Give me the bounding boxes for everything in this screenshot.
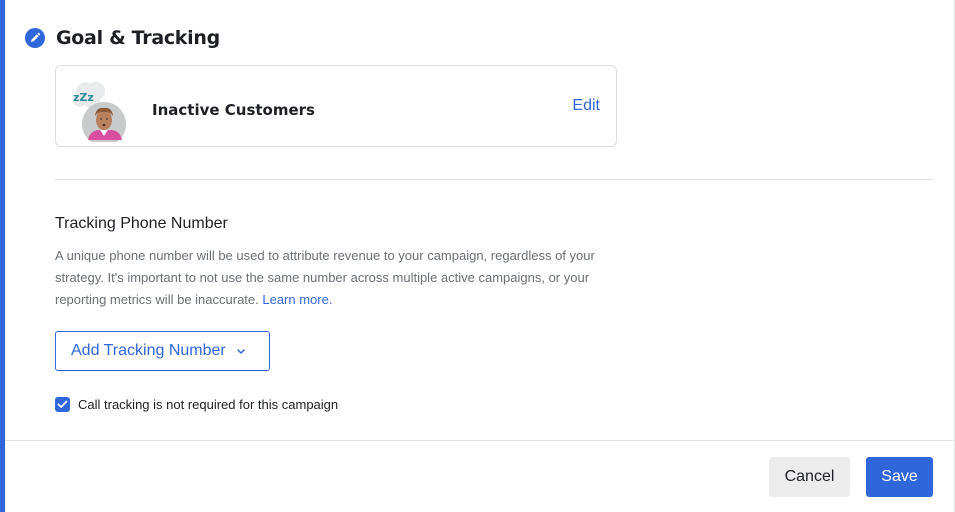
tracking-title: Tracking Phone Number: [55, 215, 228, 232]
learn-more-link[interactable]: Learn more.: [262, 292, 332, 307]
call-tracking-checkbox[interactable]: [55, 397, 70, 412]
section-divider: [55, 179, 933, 180]
add-tracking-number-button[interactable]: Add Tracking Number: [55, 331, 270, 371]
cancel-button[interactable]: Cancel: [769, 457, 850, 497]
save-button[interactable]: Save: [866, 457, 933, 497]
zzz-text: zZz: [73, 91, 94, 104]
call-tracking-checkbox-row: Call tracking is not required for this c…: [55, 397, 338, 412]
section-title: Goal & Tracking: [56, 27, 220, 49]
add-tracking-number-label: Add Tracking Number: [71, 342, 226, 359]
chevron-down-icon: [236, 348, 246, 355]
call-tracking-checkbox-label: Call tracking is not required for this c…: [78, 397, 339, 412]
footer-divider: [5, 440, 954, 441]
checkmark-icon: [57, 400, 68, 408]
goal-name: Inactive Customers: [152, 101, 315, 119]
goal-card: zZz Inactive Customers Edit: [55, 65, 617, 147]
sleeping-customer-avatar: zZz: [73, 82, 126, 142]
edit-goal-link[interactable]: Edit: [572, 97, 600, 115]
active-section-indicator: [0, 0, 5, 512]
section-header: Goal & Tracking: [25, 26, 220, 50]
pencil-icon[interactable]: [25, 28, 45, 48]
tracking-description: A unique phone number will be used to at…: [55, 245, 625, 311]
